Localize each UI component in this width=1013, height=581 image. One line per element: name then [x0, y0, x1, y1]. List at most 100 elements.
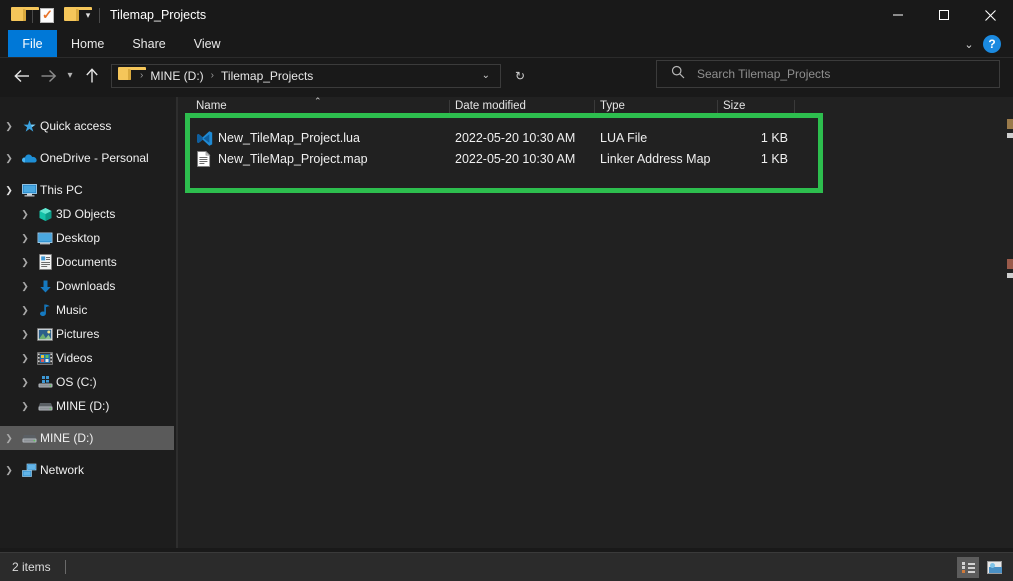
- os-drive-icon: [34, 375, 56, 389]
- sidebar-item-this-pc[interactable]: ❯ This PC: [0, 178, 174, 202]
- chevron-right-icon[interactable]: ❯: [16, 401, 34, 412]
- breadcrumb-separator: ›: [140, 70, 144, 81]
- chevron-right-icon[interactable]: ❯: [16, 329, 34, 340]
- sidebar-item-mine-d-child[interactable]: ❯ MINE (D:): [0, 394, 174, 418]
- folder-icon: [8, 5, 39, 25]
- sidebar-item-mine-d-selected[interactable]: ❯ MINE (D:): [0, 426, 174, 450]
- sidebar-item-downloads[interactable]: ❯ Downloads: [0, 274, 174, 298]
- cube-icon: [34, 207, 56, 222]
- column-header-type[interactable]: Type: [600, 100, 625, 112]
- large-icons-view-button[interactable]: [983, 557, 1005, 578]
- sidebar-item-label: Downloads: [56, 279, 116, 293]
- sidebar-item-label: MINE (D:): [56, 399, 110, 413]
- sidebar-item-label: 3D Objects: [56, 207, 116, 221]
- up-button[interactable]: [79, 61, 105, 91]
- expand-ribbon-chevron-icon[interactable]: ⌄: [955, 38, 983, 51]
- breadcrumb-right-controls: ⌄: [476, 70, 496, 81]
- breadcrumb[interactable]: › MINE (D:) › Tilemap_Projects ⌄: [111, 63, 501, 88]
- sidebar-item-quick-access[interactable]: ❯ Quick access: [0, 114, 174, 138]
- column-divider[interactable]: [717, 100, 718, 118]
- sidebar-item-onedrive[interactable]: ❯ OneDrive - Personal: [0, 146, 174, 170]
- column-header-size[interactable]: Size: [723, 100, 745, 112]
- scroll-mark: [1007, 259, 1013, 269]
- sidebar-item-network[interactable]: ❯ Network: [0, 458, 174, 482]
- breadcrumb-item-folder[interactable]: Tilemap_Projects: [219, 69, 315, 83]
- tab-share[interactable]: Share: [118, 30, 179, 58]
- sidebar-item-label: Network: [40, 463, 85, 477]
- window-controls: [875, 0, 1013, 30]
- sidebar-item-label: Videos: [56, 351, 93, 365]
- title-bar: ▾ Tilemap_Projects: [0, 0, 1013, 30]
- chevron-right-icon[interactable]: ❯: [16, 257, 34, 268]
- search-input[interactable]: Search Tilemap_Projects: [697, 67, 830, 81]
- column-header-name[interactable]: Name: [196, 100, 227, 112]
- divider: [64, 560, 66, 574]
- chevron-right-icon[interactable]: ❯: [0, 433, 18, 444]
- chevron-right-icon[interactable]: ❯: [16, 353, 34, 364]
- column-divider[interactable]: [594, 100, 595, 118]
- table-row[interactable]: New_TileMap_Project.map 2022-05-20 10:30…: [178, 149, 998, 170]
- sidebar-item-desktop[interactable]: ❯ Desktop: [0, 226, 174, 250]
- status-bar: 2 items: [0, 552, 1013, 581]
- sidebar-item-3d-objects[interactable]: ❯ 3D Objects: [0, 202, 174, 226]
- download-icon: [34, 279, 56, 294]
- file-name-cell[interactable]: New_TileMap_Project.lua: [218, 128, 360, 149]
- sidebar-item-pictures[interactable]: ❯ Pictures: [0, 322, 174, 346]
- breadcrumb-dropdown-chevron-icon[interactable]: ⌄: [476, 70, 496, 81]
- item-count-label: 2 items: [12, 560, 51, 574]
- refresh-button[interactable]: ↻: [509, 69, 531, 83]
- music-note-icon: [34, 303, 56, 318]
- new-folder-icon[interactable]: [61, 5, 92, 25]
- table-row[interactable]: New_TileMap_Project.lua 2022-05-20 10:30…: [178, 128, 998, 149]
- details-view-button[interactable]: [957, 557, 979, 578]
- drive-icon: [34, 400, 56, 412]
- forward-button[interactable]: [35, 61, 61, 91]
- column-divider[interactable]: [794, 100, 795, 118]
- chevron-right-icon[interactable]: ❯: [0, 465, 18, 476]
- recent-locations-chevron-icon[interactable]: ▾: [61, 61, 79, 91]
- scroll-marks: [1007, 97, 1013, 548]
- properties-icon[interactable]: [37, 5, 57, 25]
- file-name-cell[interactable]: New_TileMap_Project.map: [218, 149, 368, 170]
- chevron-right-icon[interactable]: ❯: [0, 153, 18, 164]
- sidebar-item-documents[interactable]: ❯ Documents: [0, 250, 174, 274]
- close-button[interactable]: [967, 0, 1013, 30]
- file-size-cell: 1 KB: [760, 152, 788, 166]
- search-box[interactable]: Search Tilemap_Projects: [656, 60, 1000, 88]
- minimize-button[interactable]: [875, 0, 921, 30]
- chevron-right-icon[interactable]: ❯: [16, 305, 34, 316]
- sidebar-item-label: OneDrive - Personal: [40, 151, 149, 165]
- chevron-right-icon[interactable]: ❯: [16, 377, 34, 388]
- monitor-icon: [18, 183, 40, 197]
- file-explorer-window: ▾ Tilemap_Projects File Home Share View …: [0, 0, 1013, 581]
- column-header-date-modified[interactable]: Date modified: [455, 100, 526, 112]
- sidebar-item-label: MINE (D:): [40, 431, 94, 445]
- chevron-right-icon[interactable]: ❯: [16, 281, 34, 292]
- sidebar-item-videos[interactable]: ❯ Videos: [0, 346, 174, 370]
- date-modified-cell: 2022-05-20 10:30 AM: [455, 131, 576, 145]
- column-divider[interactable]: [449, 100, 450, 118]
- maximize-button[interactable]: [921, 0, 967, 30]
- sidebar-item-music[interactable]: ❯ Music: [0, 298, 174, 322]
- breadcrumb-item-drive[interactable]: MINE (D:): [148, 69, 205, 83]
- chevron-right-icon[interactable]: ❯: [0, 121, 18, 132]
- sidebar-item-os-c[interactable]: ❯ OS (C:): [0, 370, 174, 394]
- scroll-mark: [1007, 273, 1013, 278]
- divider: [99, 7, 100, 23]
- ribbon-tab-bar: File Home Share View ⌄ ?: [0, 30, 1013, 58]
- sidebar-item-label: This PC: [40, 183, 83, 197]
- ribbon-tabs: File Home Share View: [0, 30, 1013, 58]
- tab-home[interactable]: Home: [57, 30, 118, 58]
- tab-file[interactable]: File: [8, 30, 57, 58]
- tab-view[interactable]: View: [180, 30, 235, 58]
- chevron-down-icon[interactable]: ❯: [0, 185, 18, 196]
- sidebar-item-label: Desktop: [56, 231, 101, 245]
- help-icon[interactable]: ?: [983, 35, 1001, 53]
- ribbon-right-controls: ⌄ ?: [955, 30, 1009, 58]
- drive-icon: [18, 432, 40, 444]
- chevron-right-icon[interactable]: ❯: [16, 233, 34, 244]
- scroll-mark: [1007, 133, 1013, 138]
- back-button[interactable]: [9, 61, 35, 91]
- chevron-right-icon[interactable]: ❯: [16, 209, 34, 220]
- desktop-icon: [34, 232, 56, 245]
